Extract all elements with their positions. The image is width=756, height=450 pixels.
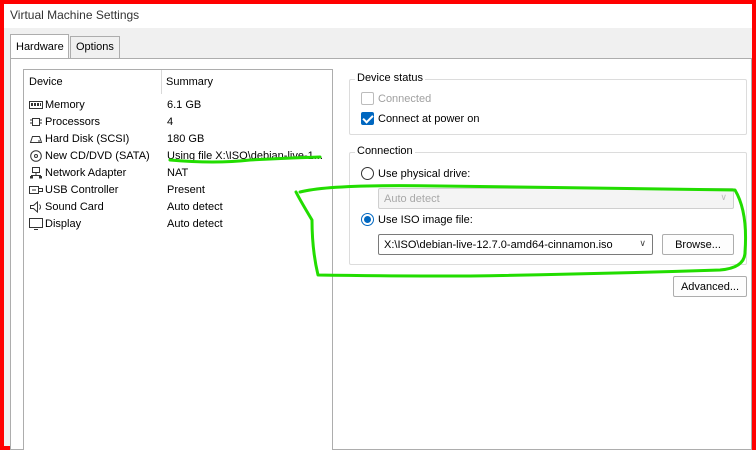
device-summary: 4 [167, 116, 174, 128]
device-summary: Using file X:\ISO\debian-live-1... [167, 150, 323, 162]
cd-dvd-icon [29, 150, 43, 162]
connection-label: Connection [355, 145, 415, 157]
processor-icon [29, 116, 43, 128]
summary-column-header[interactable]: Summary [166, 76, 213, 88]
device-status-group: Device status Connected Connect at power… [349, 72, 747, 135]
device-summary: Auto detect [167, 218, 223, 230]
window-title: Virtual Machine Settings [10, 8, 140, 22]
usb-controller-icon [29, 184, 43, 196]
device-status-label: Device status [355, 72, 426, 84]
browse-button[interactable]: Browse... [662, 234, 734, 255]
display-icon [29, 218, 43, 230]
connect-at-power-on-label: Connect at power on [378, 113, 480, 125]
device-summary: 180 GB [167, 133, 205, 145]
use-physical-drive-radio[interactable] [361, 167, 374, 180]
device-row-usb-controller[interactable]: USB Controller Present [24, 182, 332, 199]
device-row-cd-dvd[interactable]: New CD/DVD (SATA) Using file X:\ISO\debi… [24, 148, 332, 165]
connected-checkbox[interactable] [361, 92, 374, 105]
hardware-panel: Device Summary Memory 6.1 GB Processors … [10, 58, 752, 450]
title-bar: Virtual Machine Settings [4, 4, 752, 28]
sound-card-icon [29, 201, 43, 213]
tab-hardware-label: Hardware [16, 41, 64, 53]
connect-at-power-on-checkbox[interactable] [361, 112, 374, 125]
tab-options[interactable]: Options [70, 36, 120, 58]
device-summary: 6.1 GB [167, 99, 202, 111]
connection-group: Connection Use physical drive: Auto dete… [349, 145, 747, 265]
chevron-down-icon: ∨ [639, 238, 646, 248]
use-iso-image-label: Use ISO image file: [378, 214, 473, 226]
device-summary: Present [167, 184, 205, 196]
use-physical-drive-label: Use physical drive: [378, 168, 471, 180]
hard-disk-icon [29, 133, 43, 145]
iso-file-select[interactable]: X:\ISO\debian-live-12.7.0-amd64-cinnamon… [378, 234, 653, 255]
iso-file-value: X:\ISO\debian-live-12.7.0-amd64-cinnamon… [384, 239, 613, 251]
device-column-header[interactable]: Device [29, 76, 63, 88]
device-row-hard-disk[interactable]: Hard Disk (SCSI) 180 GB [24, 131, 332, 148]
device-row-sound-card[interactable]: Sound Card Auto detect [24, 199, 332, 216]
use-iso-image-radio[interactable] [361, 213, 374, 226]
device-name: USB Controller [45, 184, 119, 196]
browse-button-label: Browse... [675, 239, 721, 251]
device-list-header: Device Summary [24, 70, 332, 94]
device-name: New CD/DVD (SATA) [45, 150, 150, 162]
device-row-processors[interactable]: Processors 4 [24, 114, 332, 131]
device-name: Hard Disk (SCSI) [45, 133, 130, 145]
chevron-down-icon: ∨ [720, 192, 727, 202]
device-name: Sound Card [45, 201, 104, 213]
tab-options-label: Options [76, 41, 114, 53]
device-summary: Auto detect [167, 201, 223, 213]
device-row-memory[interactable]: Memory 6.1 GB [24, 97, 332, 114]
network-adapter-icon [29, 167, 43, 179]
device-list[interactable]: Device Summary Memory 6.1 GB Processors … [23, 69, 333, 450]
settings-window: Virtual Machine Settings Hardware Option… [4, 4, 752, 450]
advanced-button[interactable]: Advanced... [673, 276, 747, 297]
device-row-display[interactable]: Display Auto detect [24, 216, 332, 233]
column-divider[interactable] [161, 70, 162, 94]
advanced-button-label: Advanced... [680, 281, 740, 293]
device-name: Memory [45, 99, 85, 111]
device-row-network-adapter[interactable]: Network Adapter NAT [24, 165, 332, 182]
memory-icon [29, 99, 43, 111]
device-name: Display [45, 218, 82, 230]
physical-drive-select[interactable]: Auto detect ∨ [378, 188, 734, 209]
device-name: Network Adapter [45, 167, 127, 179]
connected-label: Connected [378, 93, 432, 105]
tab-hardware[interactable]: Hardware [10, 34, 69, 58]
device-name: Processors [45, 116, 101, 128]
device-summary: NAT [167, 167, 189, 179]
physical-drive-value: Auto detect [384, 193, 440, 205]
